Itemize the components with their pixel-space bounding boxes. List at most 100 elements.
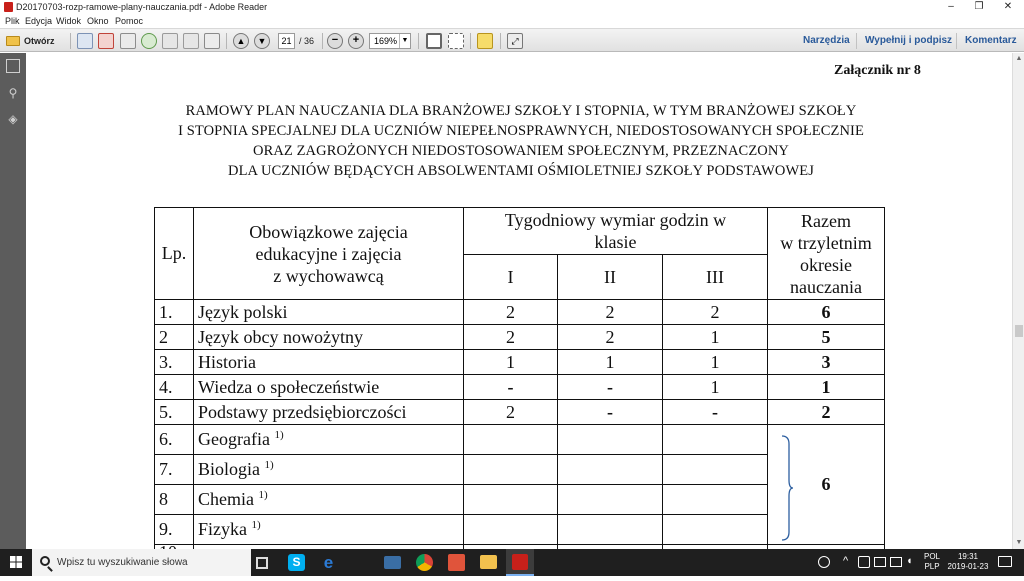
menu-file[interactable]: Plik xyxy=(5,15,20,27)
previous-page-icon[interactable]: ▲ xyxy=(233,33,249,49)
battery-icon[interactable] xyxy=(890,557,902,567)
row-total: 3 xyxy=(767,349,885,375)
chevron-down-icon[interactable]: ▼ xyxy=(399,34,410,48)
email-icon[interactable] xyxy=(204,33,220,49)
page-total: / 36 xyxy=(299,36,315,46)
grouped-total-value: 6 xyxy=(821,474,831,494)
clock-date: 2019-01-23 xyxy=(947,562,989,571)
close-button[interactable]: ✕ xyxy=(994,0,1022,14)
clock[interactable]: 19:31 2019-01-23 xyxy=(946,552,990,572)
row-class-iii xyxy=(662,514,768,545)
combine-files-icon[interactable] xyxy=(98,33,114,49)
office-icon[interactable] xyxy=(448,554,465,571)
people-icon[interactable] xyxy=(818,556,830,568)
row-class-i: 2 xyxy=(463,324,558,350)
page-thumbnails-icon[interactable] xyxy=(6,59,20,73)
header-subject-line: edukacyjne i zajęcia xyxy=(255,243,402,264)
document-view[interactable]: Załącznik nr 8 RAMOWY PLAN NAUCZANIA DLA… xyxy=(26,53,1012,549)
tools-button[interactable]: Narzędzia xyxy=(803,33,850,49)
row-lp: 3. xyxy=(154,349,194,375)
toolbar: Otwórz ▲ ▼ 21 / 36 − + 169% ▼ ⤢ Narzędzi… xyxy=(0,28,1024,52)
window-title: D20170703-rozp-ramowe-plany-nauczania.pd… xyxy=(16,2,268,12)
menu-edit[interactable]: Edycja xyxy=(25,15,52,27)
cloud-upload-icon[interactable] xyxy=(141,33,157,49)
header-total: Razem w trzyletnim okresie nauczania xyxy=(767,207,885,300)
menu-window[interactable]: Okno xyxy=(87,15,109,27)
comment-button[interactable]: Komentarz xyxy=(965,33,1017,49)
curly-brace-icon xyxy=(781,435,794,541)
skype-icon[interactable]: S xyxy=(288,554,305,571)
start-button[interactable] xyxy=(0,549,32,576)
zoom-select[interactable]: 169% ▼ xyxy=(369,33,411,49)
app-tray-icon[interactable] xyxy=(858,556,870,568)
save-icon[interactable] xyxy=(162,33,178,49)
toolbar-divider xyxy=(226,33,227,49)
scroll-down-icon[interactable]: ▼ xyxy=(1013,537,1024,549)
header-class-iii: III xyxy=(662,254,768,300)
language-code: POL xyxy=(923,552,940,561)
notifications-icon[interactable] xyxy=(998,556,1012,567)
fill-sign-button[interactable]: Wypełnij i podpisz xyxy=(865,33,952,49)
row-total: 6 xyxy=(767,299,885,325)
open-button[interactable]: Otwórz xyxy=(4,32,66,50)
navigation-panel: ⚲ ◈ xyxy=(0,53,26,549)
attachment-icon[interactable]: ⚲ xyxy=(6,86,20,100)
header-class-i: I xyxy=(463,254,558,300)
row-subject: Geografia 1) xyxy=(193,424,464,455)
next-page-icon[interactable]: ▼ xyxy=(254,33,270,49)
chrome-icon[interactable] xyxy=(416,554,433,571)
sticky-note-icon[interactable] xyxy=(477,33,493,49)
taskbar-search[interactable]: Wpisz tu wyszukiwanie słowa xyxy=(32,549,251,576)
edit-pdf-icon[interactable] xyxy=(120,33,136,49)
footnote-mark: 1) xyxy=(274,429,284,441)
chevron-up-icon[interactable]: ^ xyxy=(843,555,848,567)
table-row: 2 Język obcy nowożytny 2 2 1 5 xyxy=(154,324,885,350)
scrollbar-thumb[interactable] xyxy=(1015,325,1023,337)
vertical-scrollbar[interactable]: ▲ ▼ xyxy=(1012,53,1024,549)
maximize-button[interactable]: ❐ xyxy=(965,0,993,14)
toolbar-divider xyxy=(470,33,471,49)
scroll-up-icon[interactable]: ▲ xyxy=(1013,53,1024,65)
adobe-reader-task[interactable] xyxy=(506,549,534,576)
search-input[interactable]: Wpisz tu wyszukiwanie słowa xyxy=(57,549,188,576)
full-screen-icon[interactable]: ⤢ xyxy=(507,33,523,49)
zoom-out-icon[interactable]: − xyxy=(327,33,343,49)
toolbar-divider xyxy=(500,33,501,49)
row-subject: Fizyka 1) xyxy=(193,514,464,545)
minimize-button[interactable]: – xyxy=(937,0,965,14)
volume-icon[interactable]: ◖ xyxy=(906,555,913,567)
menu-help[interactable]: Pomoc xyxy=(115,15,143,27)
photos-icon[interactable] xyxy=(384,556,401,569)
header-lp: Lp. xyxy=(154,207,194,300)
network-icon[interactable] xyxy=(874,557,886,567)
header-subject-line: Obowiązkowe zajęcia xyxy=(249,221,408,242)
subject-name: Biologia xyxy=(198,459,260,479)
row-lp: 9. xyxy=(154,514,194,545)
row-lp: 7. xyxy=(154,454,194,485)
layers-icon[interactable]: ◈ xyxy=(6,112,20,126)
row-subject: Historia xyxy=(193,349,464,375)
fit-width-icon[interactable] xyxy=(448,33,464,49)
row-class-ii xyxy=(557,424,663,455)
fit-page-icon[interactable] xyxy=(426,33,442,49)
zoom-value: 169% xyxy=(374,36,398,46)
row-class-iii: 1 xyxy=(662,349,768,375)
table-row: 1. Język polski 2 2 2 6 xyxy=(154,299,885,325)
footnote-mark: 1) xyxy=(264,459,274,471)
print-icon[interactable] xyxy=(183,33,199,49)
file-explorer-icon[interactable] xyxy=(480,555,497,569)
zoom-in-icon[interactable]: + xyxy=(348,33,364,49)
menu-view[interactable]: Widok xyxy=(56,15,81,27)
input-language[interactable]: POL PLP xyxy=(920,552,944,572)
task-view-icon[interactable] xyxy=(256,557,268,569)
page-number-input[interactable]: 21 xyxy=(278,33,295,49)
row-lp: 1. xyxy=(154,299,194,325)
row-total: 5 xyxy=(767,324,885,350)
row-lp: 6. xyxy=(154,424,194,455)
row-class-iii: 1 xyxy=(662,324,768,350)
toolbar-divider xyxy=(70,33,71,49)
create-pdf-icon[interactable] xyxy=(77,33,93,49)
taskbar: Wpisz tu wyszukiwanie słowa S e ^ ◖ POL … xyxy=(0,549,1024,576)
edge-icon[interactable]: e xyxy=(320,554,337,571)
row-class-ii xyxy=(557,454,663,485)
